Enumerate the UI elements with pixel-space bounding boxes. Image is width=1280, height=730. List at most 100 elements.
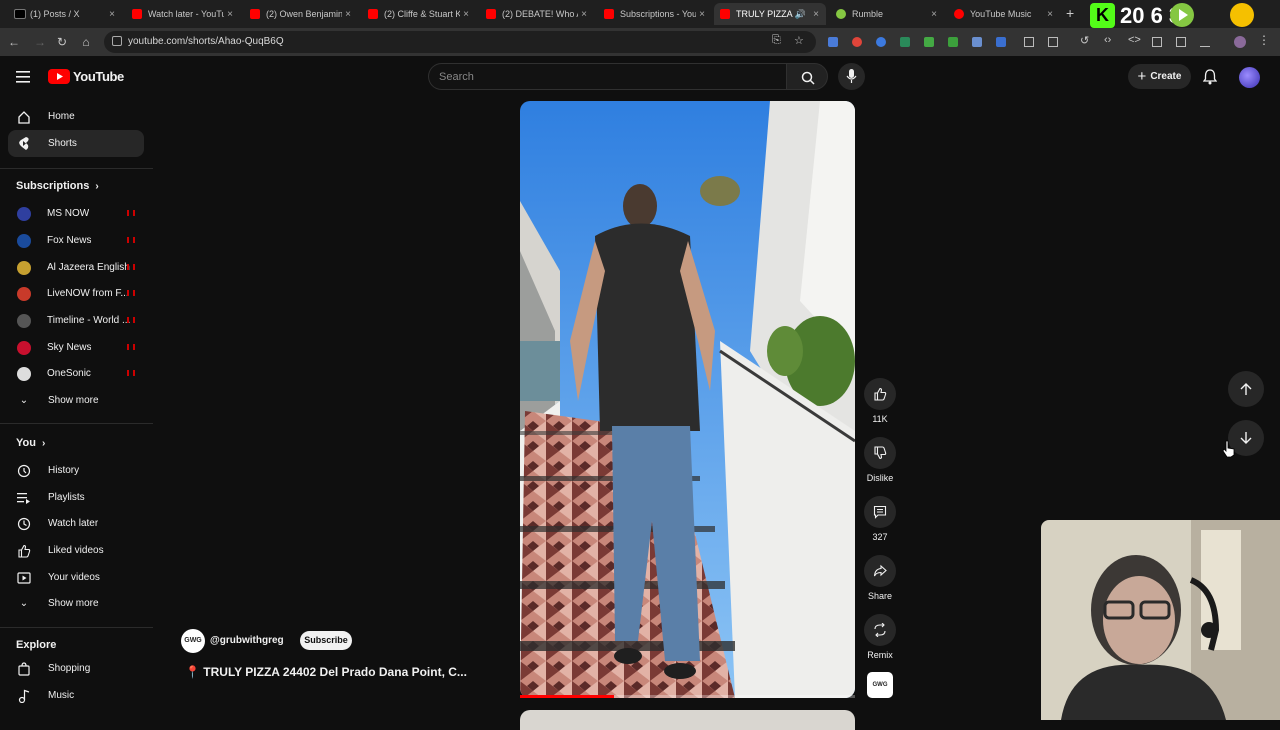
close-icon[interactable]: × [928,9,940,20]
sidebar-item-music[interactable]: Music [8,682,144,709]
explore-heading: Explore [16,639,56,651]
sidebar-item-shorts[interactable]: Shorts [8,130,144,157]
channel-thumbnail[interactable]: GWG [867,672,893,698]
sidebar-item-shopping[interactable]: Shopping [8,655,144,682]
tab-label: Rumble [852,9,884,19]
dislike-button[interactable]: Dislike [864,437,896,483]
youtube-icon [368,9,378,19]
previous-short-button[interactable] [1228,371,1264,407]
forward-icon[interactable]: → [32,34,48,50]
extension-icon[interactable] [972,37,982,47]
sidebar-item-your-videos[interactable]: Your videos [8,564,144,591]
close-icon[interactable]: × [578,9,590,20]
sidebar-item-livenow[interactable]: LiveNOW from F... [8,280,144,307]
close-icon[interactable]: × [460,9,472,20]
sidebar-item-watch-later[interactable]: Watch later [8,510,144,537]
extension-icon[interactable] [948,37,958,47]
your-videos-icon [16,571,32,584]
close-icon[interactable]: × [696,9,708,20]
show-more-you[interactable]: ⌄ Show more [8,590,144,617]
sidebar-item-sky-news[interactable]: Sky News [8,334,144,361]
site-info-icon[interactable] [112,36,122,46]
comments-button[interactable]: 327 [864,496,896,542]
tab-owen-benjamin[interactable]: (2) Owen Benjamin × [244,3,358,25]
url-text[interactable]: youtube.com/shorts/Ahao-QuqB6Q [128,36,284,47]
search-placeholder: Search [439,71,474,83]
channel-avatar[interactable]: GWG [181,629,205,653]
video-progress-bar[interactable] [520,695,855,698]
close-icon[interactable]: × [342,9,354,20]
create-button[interactable]: + Create [1128,64,1191,89]
back-icon[interactable]: ← [6,34,22,50]
extensions-puzzle-icon[interactable] [1048,37,1058,47]
history-icon [16,464,32,478]
short-title[interactable]: 📍 TRULY PIZZA 24402 Del Prado Dana Point… [185,665,467,679]
menu-icon[interactable] [16,70,32,83]
channel-avatar [17,206,31,221]
extension-icon[interactable] [876,37,886,47]
close-icon[interactable]: × [106,9,118,20]
sidebar-item-onesonic[interactable]: OneSonic [8,360,144,387]
more-menu-icon[interactable]: ⋮ [1258,33,1270,47]
sidebar-item-home[interactable]: Home [8,103,144,130]
close-icon[interactable]: × [224,9,236,20]
download-icon[interactable] [1200,37,1210,47]
channel-handle[interactable]: @grubwithgreg [210,635,284,646]
code-icon[interactable]: <> [1128,34,1141,46]
like-button[interactable]: 11K [864,378,896,424]
extension-icon[interactable] [852,37,862,47]
notifications-bell-icon[interactable] [1202,69,1218,90]
subscriptions-heading[interactable]: Subscriptions › [16,180,99,192]
extension-icon[interactable] [1024,37,1034,47]
search-input[interactable]: Search [428,63,786,90]
next-short-preview[interactable] [520,710,855,730]
share-button[interactable]: Share [864,555,896,601]
sidepanel-icon[interactable] [1176,37,1186,47]
live-indicator-icon [127,237,135,243]
sidebar-item-liked-videos[interactable]: Liked videos [8,537,144,564]
shopping-bag-icon [16,661,32,676]
close-icon[interactable]: × [1044,9,1056,20]
shorts-video-player[interactable] [520,101,855,698]
speaker-icon[interactable]: 🔊 [795,9,806,20]
profile-icon[interactable] [1234,36,1246,48]
tab-truly-pizza[interactable]: TRULY PIZZA 🔊 × [714,3,826,25]
sidebar-item-history[interactable]: History [8,457,144,484]
subscribe-button[interactable]: Subscribe [300,631,352,650]
devtools-icon[interactable]: ‹› [1104,34,1111,46]
show-more-subscriptions[interactable]: ⌄ Show more [8,387,144,414]
install-app-icon[interactable]: ⎘ [772,34,781,47]
search-button[interactable] [786,63,828,90]
you-heading[interactable]: You › [16,437,45,449]
sidebar-item-ms-now[interactable]: MS NOW [8,200,144,227]
comment-count: 327 [872,532,888,542]
sidebar-item-al-jazeera[interactable]: Al Jazeera English [8,254,144,281]
new-tab-icon[interactable]: + [1066,5,1074,21]
reload-icon[interactable]: ↻ [54,34,70,50]
reading-list-icon[interactable] [1152,37,1162,47]
extension-icon[interactable] [924,37,934,47]
remix-button[interactable]: Remix [864,614,896,660]
history-icon[interactable]: ↺ [1080,34,1089,47]
account-avatar[interactable] [1239,67,1260,88]
tab-youtube-music[interactable]: YouTube Music × [948,3,1060,25]
extension-icon[interactable] [996,37,1006,47]
voice-search-button[interactable] [838,63,865,90]
extension-icon[interactable] [828,37,838,47]
sidebar-item-playlists[interactable]: Playlists [8,484,144,511]
address-bar[interactable]: youtube.com/shorts/Ahao-QuqB6Q ⎘ ☆ [104,31,816,53]
sidebar-item-fox-news[interactable]: Fox News [8,227,144,254]
close-icon[interactable]: × [810,9,822,20]
tab-cliffe-stuart[interactable]: (2) Cliffe & Stuart K × [362,3,476,25]
sidebar-item-timeline[interactable]: Timeline - World ... [8,307,144,334]
tab-debate[interactable]: (2) DEBATE! Who Ar × [480,3,594,25]
extension-icon[interactable] [900,37,910,47]
tab-watch-later[interactable]: Watch later - YouTube × [126,3,240,25]
youtube-logo[interactable]: YouTube [48,69,124,84]
bookmark-star-icon[interactable]: ☆ [794,34,804,47]
tab-rumble[interactable]: Rumble × [830,3,944,25]
x-logo-icon [14,9,26,19]
tab-posts-x[interactable]: (1) Posts / X × [8,3,122,25]
home-icon[interactable]: ⌂ [78,34,94,50]
tab-subscriptions[interactable]: Subscriptions - You × [598,3,712,25]
